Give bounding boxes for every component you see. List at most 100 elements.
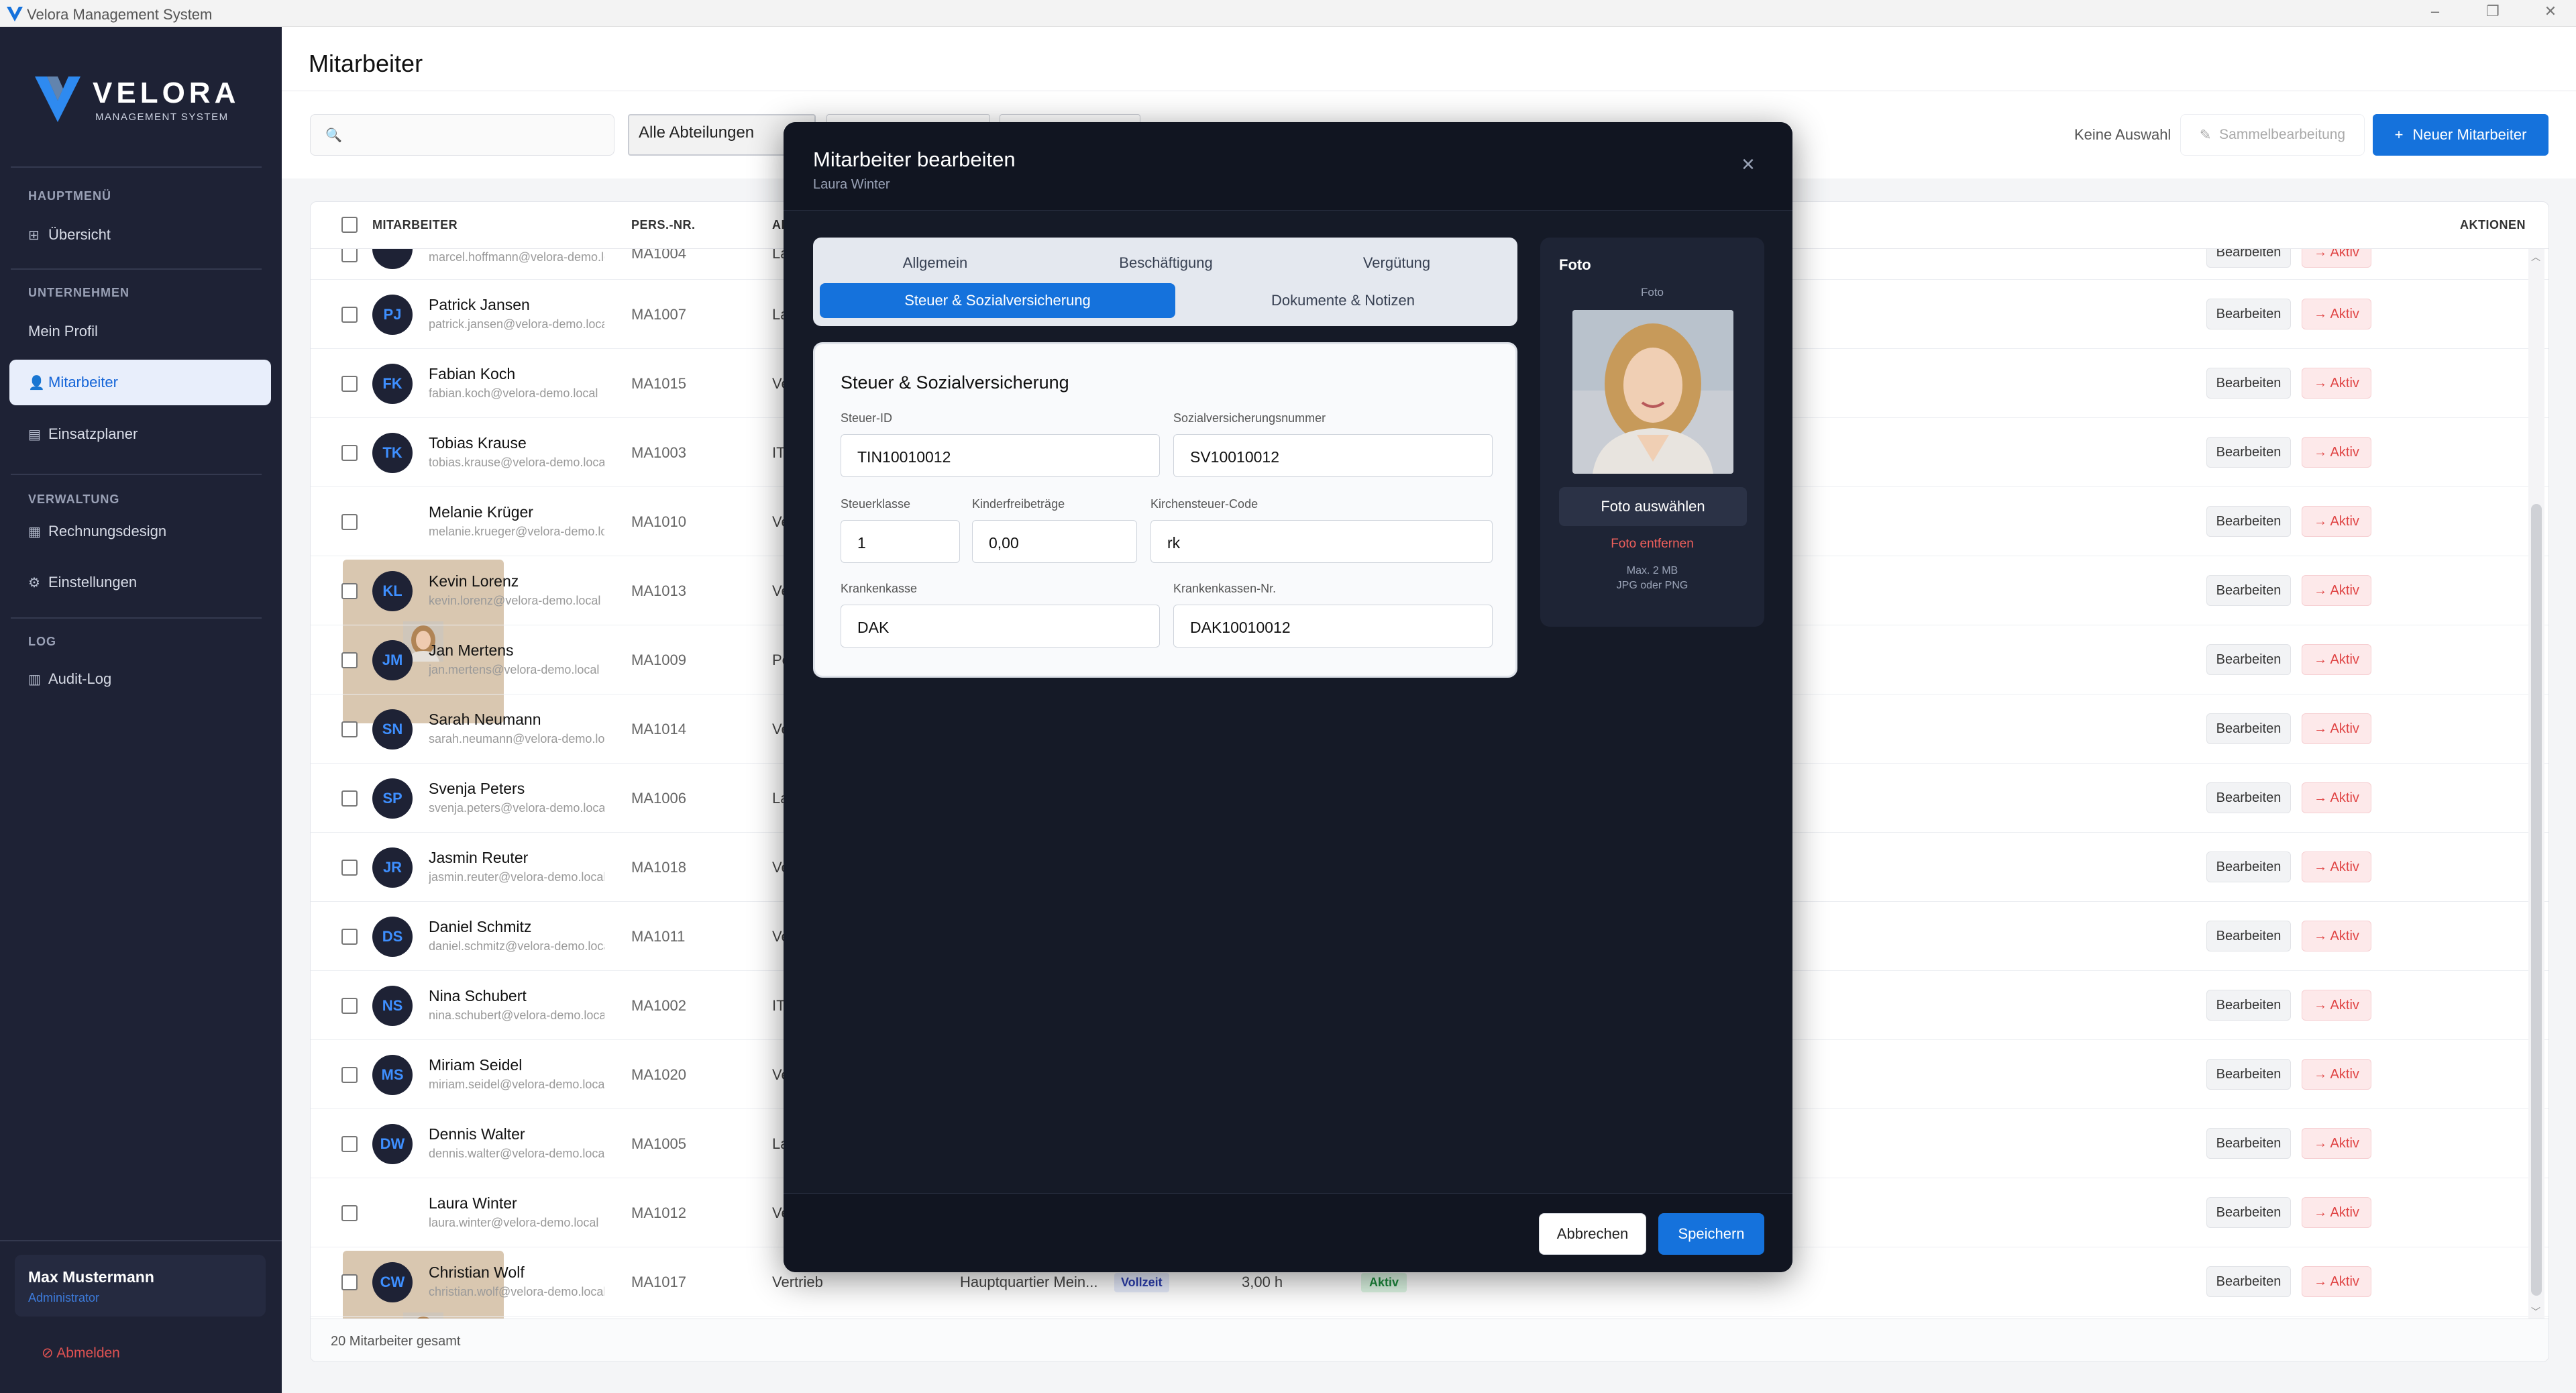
sidebar-section-title: HAUPTMENÜ bbox=[28, 189, 111, 203]
status-toggle-button[interactable]: → Aktiv bbox=[2302, 506, 2371, 537]
row-checkbox[interactable] bbox=[341, 583, 358, 599]
new-employee-button[interactable]: + Neuer Mitarbeiter bbox=[2373, 114, 2548, 156]
tax-class-field[interactable]: 1 bbox=[841, 520, 960, 563]
sidebar-item-invoice-design[interactable]: ▦ Rechnungsdesign bbox=[9, 509, 271, 554]
scroll-up-icon[interactable]: ︿ bbox=[2531, 250, 2540, 264]
edit-button[interactable]: Bearbeiten bbox=[2206, 1266, 2291, 1297]
edit-button[interactable]: Bearbeiten bbox=[2206, 713, 2291, 744]
tab-general[interactable]: Allgemein bbox=[820, 246, 1051, 280]
row-checkbox[interactable] bbox=[341, 860, 358, 876]
restore-icon[interactable]: ❐ bbox=[2479, 3, 2506, 20]
scrollbar-thumb[interactable] bbox=[2531, 504, 2542, 1296]
edit-button[interactable]: Bearbeiten bbox=[2206, 437, 2291, 468]
row-checkbox[interactable] bbox=[341, 790, 358, 807]
tab-documents-notes[interactable]: Dokumente & Notizen bbox=[1175, 283, 1511, 318]
close-icon[interactable]: × bbox=[1741, 153, 1755, 176]
status-toggle-button[interactable]: → Aktiv bbox=[2302, 249, 2371, 268]
select-photo-button[interactable]: Foto auswählen bbox=[1559, 487, 1747, 526]
row-checkbox[interactable] bbox=[341, 514, 358, 530]
employee-email: sarah.neumann@velora-demo.local bbox=[429, 732, 604, 745]
row-checkbox[interactable] bbox=[341, 1067, 358, 1083]
personnel-number: MA1015 bbox=[631, 375, 686, 392]
status-toggle-button[interactable]: → Aktiv bbox=[2302, 575, 2371, 606]
row-checkbox[interactable] bbox=[341, 1205, 358, 1221]
sidebar-item-employees[interactable]: 👤 Mitarbeiter bbox=[9, 360, 271, 405]
tab-employment[interactable]: Beschäftigung bbox=[1051, 246, 1281, 280]
sidebar-item-overview[interactable]: ⊞ Übersicht bbox=[9, 212, 271, 258]
bulk-edit-button[interactable]: ✎ Sammelbearbeitung bbox=[2180, 114, 2365, 156]
window-title: Velora Management System bbox=[27, 6, 213, 23]
edit-button[interactable]: Bearbeiten bbox=[2206, 1059, 2291, 1090]
sidebar-section-title: UNTERNEHMEN bbox=[28, 286, 130, 299]
edit-button[interactable]: Bearbeiten bbox=[2206, 644, 2291, 675]
status-toggle-button[interactable]: → Aktiv bbox=[2302, 1128, 2371, 1159]
sidebar-item-settings[interactable]: ⚙ Einstellungen bbox=[9, 560, 271, 605]
row-checkbox[interactable] bbox=[341, 249, 358, 262]
row-checkbox[interactable] bbox=[341, 998, 358, 1014]
status-toggle-button[interactable]: → Aktiv bbox=[2302, 713, 2371, 744]
insurance-field[interactable]: DAK bbox=[841, 605, 1160, 648]
row-checkbox[interactable] bbox=[341, 929, 358, 945]
user-role: Administrator bbox=[28, 1291, 100, 1304]
personnel-number: MA1017 bbox=[631, 1274, 686, 1290]
status-toggle-button[interactable]: → Aktiv bbox=[2302, 1266, 2371, 1297]
ssn-field[interactable]: SV10010012 bbox=[1173, 434, 1493, 477]
department: Vertrieb bbox=[772, 1274, 823, 1290]
column-header-employee[interactable]: MITARBEITER bbox=[372, 218, 458, 232]
status-toggle-button[interactable]: → Aktiv bbox=[2302, 437, 2371, 468]
edit-button[interactable]: Bearbeiten bbox=[2206, 1197, 2291, 1228]
child-allowance-field[interactable]: 0,00 bbox=[972, 520, 1137, 563]
employee-name: Jasmin Reuter bbox=[429, 849, 529, 866]
cancel-button[interactable]: Abbrechen bbox=[1539, 1213, 1646, 1255]
row-checkbox[interactable] bbox=[341, 721, 358, 737]
status-toggle-button[interactable]: → Aktiv bbox=[2302, 644, 2371, 675]
row-checkbox[interactable] bbox=[341, 376, 358, 392]
sidebar-section-title: LOG bbox=[28, 635, 56, 648]
status-toggle-button[interactable]: → Aktiv bbox=[2302, 368, 2371, 399]
edit-button[interactable]: Bearbeiten bbox=[2206, 299, 2291, 329]
edit-button[interactable]: Bearbeiten bbox=[2206, 368, 2291, 399]
status-toggle-button[interactable]: → Aktiv bbox=[2302, 990, 2371, 1021]
edit-button[interactable]: Bearbeiten bbox=[2206, 575, 2291, 606]
avatar: SP bbox=[372, 778, 413, 819]
church-tax-field[interactable]: rk bbox=[1150, 520, 1493, 563]
tab-compensation[interactable]: Vergütung bbox=[1281, 246, 1512, 280]
status-toggle-button[interactable]: → Aktiv bbox=[2302, 299, 2371, 329]
search-input[interactable]: 🔍 bbox=[310, 114, 614, 156]
user-card[interactable]: Max Mustermann Administrator bbox=[15, 1255, 266, 1317]
column-header-personnel-no[interactable]: PERS.-NR. bbox=[631, 218, 696, 232]
remove-photo-link[interactable]: Foto entfernen bbox=[1540, 537, 1764, 552]
edit-button[interactable]: Bearbeiten bbox=[2206, 1128, 2291, 1159]
status-toggle-button[interactable]: → Aktiv bbox=[2302, 782, 2371, 813]
row-checkbox[interactable] bbox=[341, 307, 358, 323]
close-window-icon[interactable]: ✕ bbox=[2537, 3, 2564, 20]
column-header-actions: AKTIONEN bbox=[2460, 218, 2526, 231]
edit-button[interactable]: Bearbeiten bbox=[2206, 249, 2291, 268]
status-toggle-button[interactable]: → Aktiv bbox=[2302, 921, 2371, 951]
edit-button[interactable]: Bearbeiten bbox=[2206, 782, 2291, 813]
table-scrollbar[interactable]: ︿ ﹀ bbox=[2528, 249, 2544, 1319]
row-checkbox[interactable] bbox=[341, 445, 358, 461]
sidebar-item-audit-log[interactable]: ▥ Audit-Log bbox=[9, 656, 271, 702]
sidebar-item-profile[interactable]: Mein Profil bbox=[9, 309, 271, 354]
edit-button[interactable]: Bearbeiten bbox=[2206, 506, 2291, 537]
insurance-no-field[interactable]: DAK10010012 bbox=[1173, 605, 1493, 648]
status-toggle-button[interactable]: → Aktiv bbox=[2302, 852, 2371, 882]
edit-button[interactable]: Bearbeiten bbox=[2206, 852, 2291, 882]
row-checkbox[interactable] bbox=[341, 1274, 358, 1290]
sidebar-item-scheduler[interactable]: ▤ Einsatzplaner bbox=[9, 411, 271, 457]
tab-tax-social-insurance[interactable]: Steuer & Sozialversicherung bbox=[820, 283, 1175, 318]
row-checkbox[interactable] bbox=[341, 1136, 358, 1152]
edit-button[interactable]: Bearbeiten bbox=[2206, 921, 2291, 951]
employee-email: svenja.peters@velora-demo.local bbox=[429, 801, 604, 815]
save-button[interactable]: Speichern bbox=[1658, 1213, 1764, 1255]
select-all-checkbox[interactable] bbox=[341, 217, 358, 233]
minimize-icon[interactable]: – bbox=[2422, 3, 2449, 20]
logout-button[interactable]: ⊘ Abmelden bbox=[42, 1345, 120, 1361]
edit-button[interactable]: Bearbeiten bbox=[2206, 990, 2291, 1021]
row-checkbox[interactable] bbox=[341, 652, 358, 668]
status-toggle-button[interactable]: → Aktiv bbox=[2302, 1197, 2371, 1228]
status-toggle-button[interactable]: → Aktiv bbox=[2302, 1059, 2371, 1090]
scroll-down-icon[interactable]: ﹀ bbox=[2531, 1305, 2540, 1319]
tax-id-field[interactable]: TIN10010012 bbox=[841, 434, 1160, 477]
